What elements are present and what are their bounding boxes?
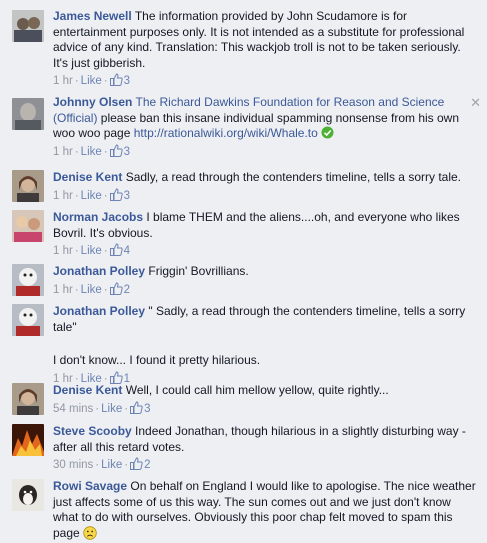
avatar-image xyxy=(12,383,44,415)
thumbs-up-icon xyxy=(109,370,123,384)
like-count-badge[interactable]: 3 xyxy=(109,187,131,202)
comment-time[interactable]: 30 mins xyxy=(53,459,93,471)
commenter-name[interactable]: Denise Kent xyxy=(53,170,122,184)
comment-meta: 1 hr · Like · 3 xyxy=(53,143,131,158)
comment-text: Sadly, a read through the contenders tim… xyxy=(125,170,461,184)
thumbs-up-icon xyxy=(130,457,143,470)
like-button[interactable]: Like xyxy=(101,459,122,471)
commenter-name[interactable]: James Newell xyxy=(53,9,132,23)
like-count-badge[interactable]: 3 xyxy=(109,73,131,87)
like-count: 2 xyxy=(123,283,131,296)
avatar[interactable] xyxy=(12,424,44,456)
thumbs-up-icon xyxy=(109,281,123,295)
like-count: 3 xyxy=(123,189,131,202)
comment-url-link[interactable]: http://rationalwiki.org/wiki/Whale.to xyxy=(134,126,318,140)
like-count: 4 xyxy=(123,245,131,257)
avatar-image xyxy=(12,424,44,456)
avatar[interactable] xyxy=(12,264,44,296)
commenter-name[interactable]: Rowi Savage xyxy=(53,479,127,493)
comment-meta: 1 hr · Like · 3 xyxy=(53,187,131,202)
like-count: 3 xyxy=(123,145,131,158)
comment-time[interactable]: 1 hr xyxy=(53,245,73,257)
comment-text: Well, I could call him mellow yellow, qu… xyxy=(125,383,389,397)
comment-time[interactable]: 1 hr xyxy=(53,146,73,158)
avatar[interactable] xyxy=(12,10,44,42)
commenter-name[interactable]: Steve Scooby xyxy=(53,424,132,438)
thumbs-up-icon xyxy=(109,187,123,201)
like-count-badge[interactable]: 2 xyxy=(130,457,151,471)
thumbs-up-icon xyxy=(109,143,123,157)
comment-time[interactable]: 1 hr xyxy=(53,190,73,202)
verified-check-icon xyxy=(321,126,334,139)
like-count-badge[interactable]: 3 xyxy=(130,400,151,415)
like-button[interactable]: Like xyxy=(81,146,102,158)
like-button[interactable]: Like xyxy=(81,245,102,257)
like-count-badge[interactable]: 4 xyxy=(109,243,131,257)
avatar[interactable] xyxy=(12,210,44,242)
comment-meta: 1 hr · Like · 2 xyxy=(53,281,131,296)
thumbs-up-icon xyxy=(130,400,143,414)
comment-text-extra: I don't know... I found it pretty hilari… xyxy=(53,353,261,367)
avatar-image xyxy=(12,479,44,511)
like-button[interactable]: Like xyxy=(81,284,102,296)
thumbs-up-icon xyxy=(109,73,123,86)
avatar-image xyxy=(12,98,44,130)
comment-meta: 54 mins · Like · 3 xyxy=(53,400,151,415)
like-count-badge[interactable]: 2 xyxy=(109,281,131,296)
thumbs-up-icon xyxy=(109,243,123,256)
like-count: 2 xyxy=(144,459,151,471)
comment-time[interactable]: 54 mins xyxy=(53,403,93,415)
avatar-image xyxy=(12,210,44,242)
comment-meta: 1 hr · Like · 4 xyxy=(53,243,131,257)
avatar-image xyxy=(12,10,44,42)
comment-meta: 30 mins · Like · 2 xyxy=(53,457,151,471)
comment-time[interactable]: 1 hr xyxy=(53,284,73,296)
avatar[interactable] xyxy=(12,170,44,202)
avatar[interactable] xyxy=(12,383,44,415)
avatar[interactable] xyxy=(12,304,44,336)
like-button[interactable]: Like xyxy=(81,75,102,87)
commenter-name[interactable]: Johnny Olsen xyxy=(53,95,132,109)
commenter-name[interactable]: Jonathan Polley xyxy=(53,304,145,318)
commenter-name[interactable]: Denise Kent xyxy=(53,383,122,397)
like-count: 3 xyxy=(144,402,151,415)
commenter-name[interactable]: Jonathan Polley xyxy=(53,264,145,278)
avatar-image xyxy=(12,304,44,336)
avatar[interactable] xyxy=(12,98,44,130)
commenter-name[interactable]: Norman Jacobs xyxy=(53,210,143,224)
comment-meta: 1 hr · Like · 3 xyxy=(53,73,131,87)
like-count-badge[interactable]: 3 xyxy=(109,143,131,158)
like-button[interactable]: Like xyxy=(101,403,122,415)
avatar[interactable] xyxy=(12,479,44,511)
comment-time[interactable]: 1 hr xyxy=(53,75,73,87)
comment-text: Friggin' Bovrillians. xyxy=(148,264,249,278)
avatar-image xyxy=(12,170,44,202)
avatar-image xyxy=(12,264,44,296)
like-count: 3 xyxy=(123,75,131,87)
frown-emoji-icon xyxy=(83,525,97,540)
like-button[interactable]: Like xyxy=(81,190,102,202)
